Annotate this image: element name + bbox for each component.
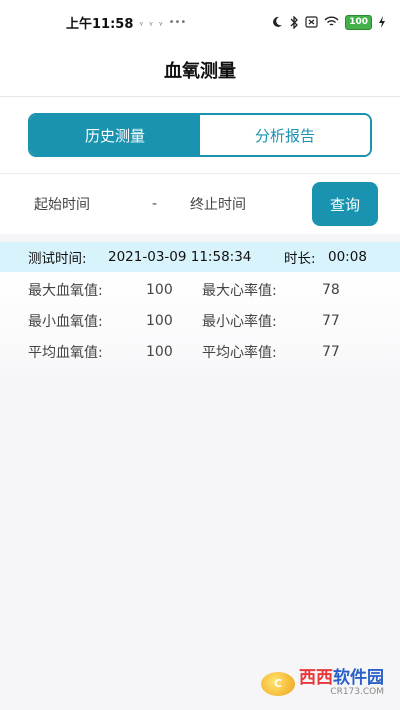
max-heart-rate-label: 最大心率值:: [202, 282, 277, 299]
tabs-wrap: 历史测量 分析报告: [0, 97, 400, 173]
watermark-text: 西西软件园 CR173.COM: [299, 669, 384, 698]
watermark-logo: C 西西软件园 CR173.COM: [261, 669, 384, 698]
avg-spo2-value: 100: [146, 343, 173, 360]
watermark-brand-part1: 西西: [299, 668, 333, 689]
query-row: 起始时间 - 终止时间 查询: [0, 173, 400, 234]
avg-heart-rate-label: 平均心率值:: [202, 344, 277, 361]
watermark-site: CR173.COM: [330, 687, 384, 698]
stat-row: 最小血氧值: 100 最小心率值: 77: [28, 305, 400, 336]
duration-label: 时长:: [284, 251, 316, 267]
start-time-field[interactable]: 起始时间: [34, 194, 152, 214]
notification-icon: ᵧ: [139, 16, 144, 28]
avg-heart-rate-value: 77: [322, 343, 340, 360]
tab-analysis-report[interactable]: 分析报告: [200, 115, 370, 155]
wifi-icon: [324, 16, 339, 28]
watermark-brand: 西西软件园: [299, 669, 384, 688]
tab-history[interactable]: 历史测量: [30, 115, 200, 155]
max-heart-rate-value: 78: [322, 281, 340, 298]
max-spo2-value: 100: [146, 281, 173, 298]
min-heart-rate-value: 77: [322, 312, 340, 329]
record-stats: 最大血氧值: 100 最大心率值: 78 最小血氧值: 100 最小心率值: 7…: [0, 272, 400, 369]
test-datetime: 2021-03-09 11:58:34: [108, 249, 252, 265]
status-bar: 上午11:58 ᵧ ᵧ ᵧ ••• 100: [0, 0, 400, 44]
status-right: 100: [271, 14, 386, 30]
query-button[interactable]: 查询: [312, 182, 378, 226]
record-header[interactable]: 测试时间: 2021-03-09 11:58:34 时长: 00:08: [0, 242, 400, 272]
stat-row: 平均血氧值: 100 平均心率值: 77: [28, 336, 400, 367]
test-time-label: 测试时间:: [28, 251, 87, 267]
min-heart-rate-label: 最小心率值:: [202, 313, 277, 330]
status-time: 上午11:58: [66, 16, 134, 32]
bluetooth-icon: [289, 15, 299, 29]
watermark-brand-part2: 软件园: [333, 668, 384, 689]
avg-spo2-label: 平均血氧值:: [28, 344, 103, 361]
min-spo2-label: 最小血氧值:: [28, 313, 103, 330]
date-separator: -: [152, 196, 158, 212]
page-title: 血氧测量: [0, 44, 400, 97]
charging-icon: [378, 16, 386, 28]
duration-value: 00:08: [328, 249, 367, 265]
watermark-icon: C: [261, 671, 295, 696]
max-spo2-label: 最大血氧值:: [28, 282, 103, 299]
no-sim-icon: [305, 16, 318, 28]
end-time-field[interactable]: 终止时间: [190, 194, 312, 214]
stat-row: 最大血氧值: 100 最大心率值: 78: [28, 274, 400, 305]
top-area: 上午11:58 ᵧ ᵧ ᵧ ••• 100 血氧测量: [0, 0, 400, 97]
status-left: 上午11:58 ᵧ ᵧ ᵧ •••: [66, 13, 186, 32]
notification-icon: ᵧ: [158, 16, 163, 28]
notification-icon: ᵧ: [149, 16, 153, 28]
segmented-tabs: 历史测量 分析报告: [28, 113, 372, 157]
battery-icon: 100: [345, 14, 372, 30]
more-dots-icon: •••: [168, 16, 187, 28]
min-spo2-value: 100: [146, 312, 173, 329]
moon-icon: [271, 16, 283, 28]
